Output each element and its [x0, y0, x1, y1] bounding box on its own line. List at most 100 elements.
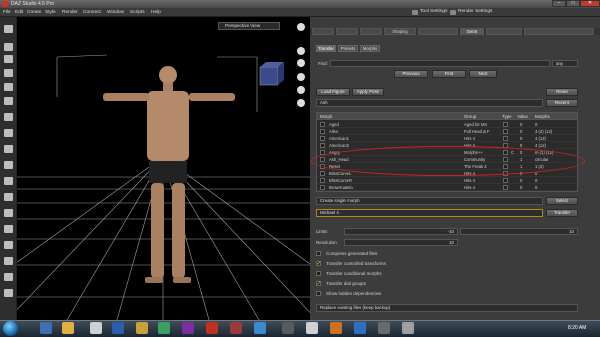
morph-row[interactable]: Aged Aged for M4 0 0 — [317, 121, 577, 128]
find-scope-dropdown[interactable]: any — [552, 60, 578, 67]
apply-pose-button[interactable]: Apply Pose — [352, 88, 384, 96]
camera-dropdown[interactable]: Perspective View — [218, 22, 280, 30]
app-icon-9[interactable] — [230, 322, 242, 334]
surface-tool-icon[interactable] — [4, 257, 13, 265]
maximize-button[interactable]: □ — [566, 0, 580, 7]
morph-row-checkbox[interactable] — [320, 178, 325, 183]
pane-tab-shaping[interactable]: Shaping — [384, 28, 416, 35]
rotate-tool-icon[interactable] — [4, 193, 13, 201]
universal-tool-icon[interactable] — [4, 177, 13, 185]
select-button[interactable]: Select — [546, 197, 578, 205]
render-settings-button[interactable]: Render Settings — [450, 9, 492, 16]
limits-max-slider[interactable]: 10 — [460, 228, 578, 235]
option-checkbox[interactable] — [316, 271, 321, 276]
scale-tool-icon[interactable] — [4, 225, 13, 233]
app-icon-5[interactable] — [136, 322, 148, 334]
col-type[interactable]: Type — [502, 114, 512, 119]
col-value[interactable]: Value — [517, 114, 528, 119]
home-control-icon[interactable] — [297, 99, 305, 107]
morph-type-checkbox[interactable] — [503, 129, 508, 134]
open-icon[interactable] — [4, 43, 13, 51]
option-checkbox[interactable] — [316, 251, 321, 256]
select-tool-icon[interactable] — [4, 161, 13, 169]
explorer-icon[interactable] — [62, 322, 74, 334]
app-icon-10[interactable] — [254, 322, 266, 334]
recent-button[interactable]: Recent — [546, 99, 578, 107]
app-icon-7[interactable] — [182, 322, 194, 334]
pane-tab-5[interactable] — [418, 28, 458, 35]
target-figure-dropdown[interactable]: Michael 4 — [316, 209, 543, 217]
load-figure-button[interactable]: Load Figure — [316, 88, 350, 96]
menu-help[interactable]: Help — [151, 10, 161, 15]
media-icon[interactable] — [90, 322, 102, 334]
menu-connect[interactable]: Connect — [83, 10, 101, 15]
merge-icon[interactable] — [4, 55, 13, 63]
app-icon-15[interactable] — [378, 322, 390, 334]
col-group[interactable]: Group — [464, 114, 476, 119]
morph-row-checkbox[interactable] — [320, 143, 325, 148]
morph-row[interactable]: BlissCurveR Hirs 4 0 0 — [317, 177, 577, 184]
node-weight-icon[interactable] — [4, 289, 13, 297]
orbit-control-icon[interactable] — [297, 47, 305, 55]
close-button[interactable]: ✕ — [580, 0, 600, 7]
3d-viewport[interactable] — [17, 17, 310, 320]
save-icon[interactable] — [4, 69, 13, 77]
tab-transfer[interactable]: Transfer — [316, 45, 336, 52]
app-icon-13[interactable] — [330, 322, 342, 334]
redo-icon[interactable] — [4, 113, 13, 121]
morph-type-checkbox[interactable] — [503, 185, 508, 190]
ie-icon[interactable] — [40, 322, 52, 334]
morph-row[interactable]: Allen Full Head & F 0 3 (4) (12) — [317, 128, 577, 135]
next-button[interactable]: Next — [469, 70, 497, 78]
resolution-slider[interactable]: 10 — [344, 239, 458, 246]
word-icon[interactable] — [112, 322, 124, 334]
previous-button[interactable]: Previous — [394, 70, 428, 78]
minimize-button[interactable]: – — [552, 0, 566, 7]
app-icon-14[interactable] — [354, 322, 366, 334]
col-morphs[interactable]: Morphs — [535, 114, 550, 119]
find-input[interactable] — [330, 60, 550, 67]
morph-row-checkbox[interactable] — [320, 129, 325, 134]
option-checkbox[interactable] — [316, 291, 321, 296]
menu-render[interactable]: Render — [62, 10, 78, 15]
first-button[interactable]: First — [432, 70, 466, 78]
morph-type-checkbox[interactable] — [503, 178, 508, 183]
menu-edit[interactable]: Edit — [15, 10, 23, 15]
tool-settings-button[interactable]: Tool Settings — [412, 9, 447, 16]
menu-scripts[interactable]: Scripts — [130, 10, 145, 15]
start-button[interactable] — [3, 321, 18, 336]
pane-tab-3[interactable] — [360, 28, 382, 35]
daz-taskbar-icon[interactable] — [206, 322, 218, 334]
menu-create[interactable]: Create — [27, 10, 41, 15]
pane-tab-8[interactable] — [524, 28, 594, 35]
morph-row[interactable]: American1 Hirs 4 0 4 (12) — [317, 135, 577, 142]
app-icon-12[interactable] — [306, 322, 318, 334]
spot-render-icon[interactable] — [4, 273, 13, 281]
transfer-button[interactable]: Transfer — [546, 209, 578, 217]
excel-icon[interactable] — [158, 322, 170, 334]
morph-row-checkbox[interactable] — [320, 185, 325, 190]
app-icon-16[interactable] — [402, 322, 414, 334]
frame-control-icon[interactable] — [297, 73, 305, 81]
morph-row-checkbox[interactable] — [320, 171, 325, 176]
undo-icon[interactable] — [4, 97, 13, 105]
save-as-icon[interactable] — [4, 83, 13, 91]
orientation-cube[interactable] — [259, 62, 284, 86]
app-icon-11[interactable] — [282, 322, 294, 334]
translate-tool-icon[interactable] — [4, 209, 13, 217]
option-checkbox[interactable] — [316, 260, 322, 267]
reset-button[interactable]: Reset — [546, 88, 578, 96]
option-checkbox[interactable] — [316, 280, 322, 287]
zoom-control-icon[interactable] — [297, 59, 305, 67]
create-morph-dropdown[interactable]: Create single morph — [316, 197, 543, 205]
morph-type-checkbox[interactable] — [503, 136, 508, 141]
clock[interactable]: 8:20 AM — [568, 325, 586, 331]
col-morph[interactable]: Morph — [320, 114, 332, 119]
menu-style[interactable]: Style — [45, 10, 56, 15]
joint-editor-icon[interactable] — [4, 241, 13, 249]
pane-tab-genx[interactable]: GenX — [460, 28, 484, 35]
viewport-options-icon[interactable] — [297, 23, 305, 31]
tab-presets[interactable]: Presets — [338, 45, 358, 52]
render-icon[interactable] — [4, 129, 13, 137]
new-scene-icon[interactable] — [4, 25, 13, 33]
